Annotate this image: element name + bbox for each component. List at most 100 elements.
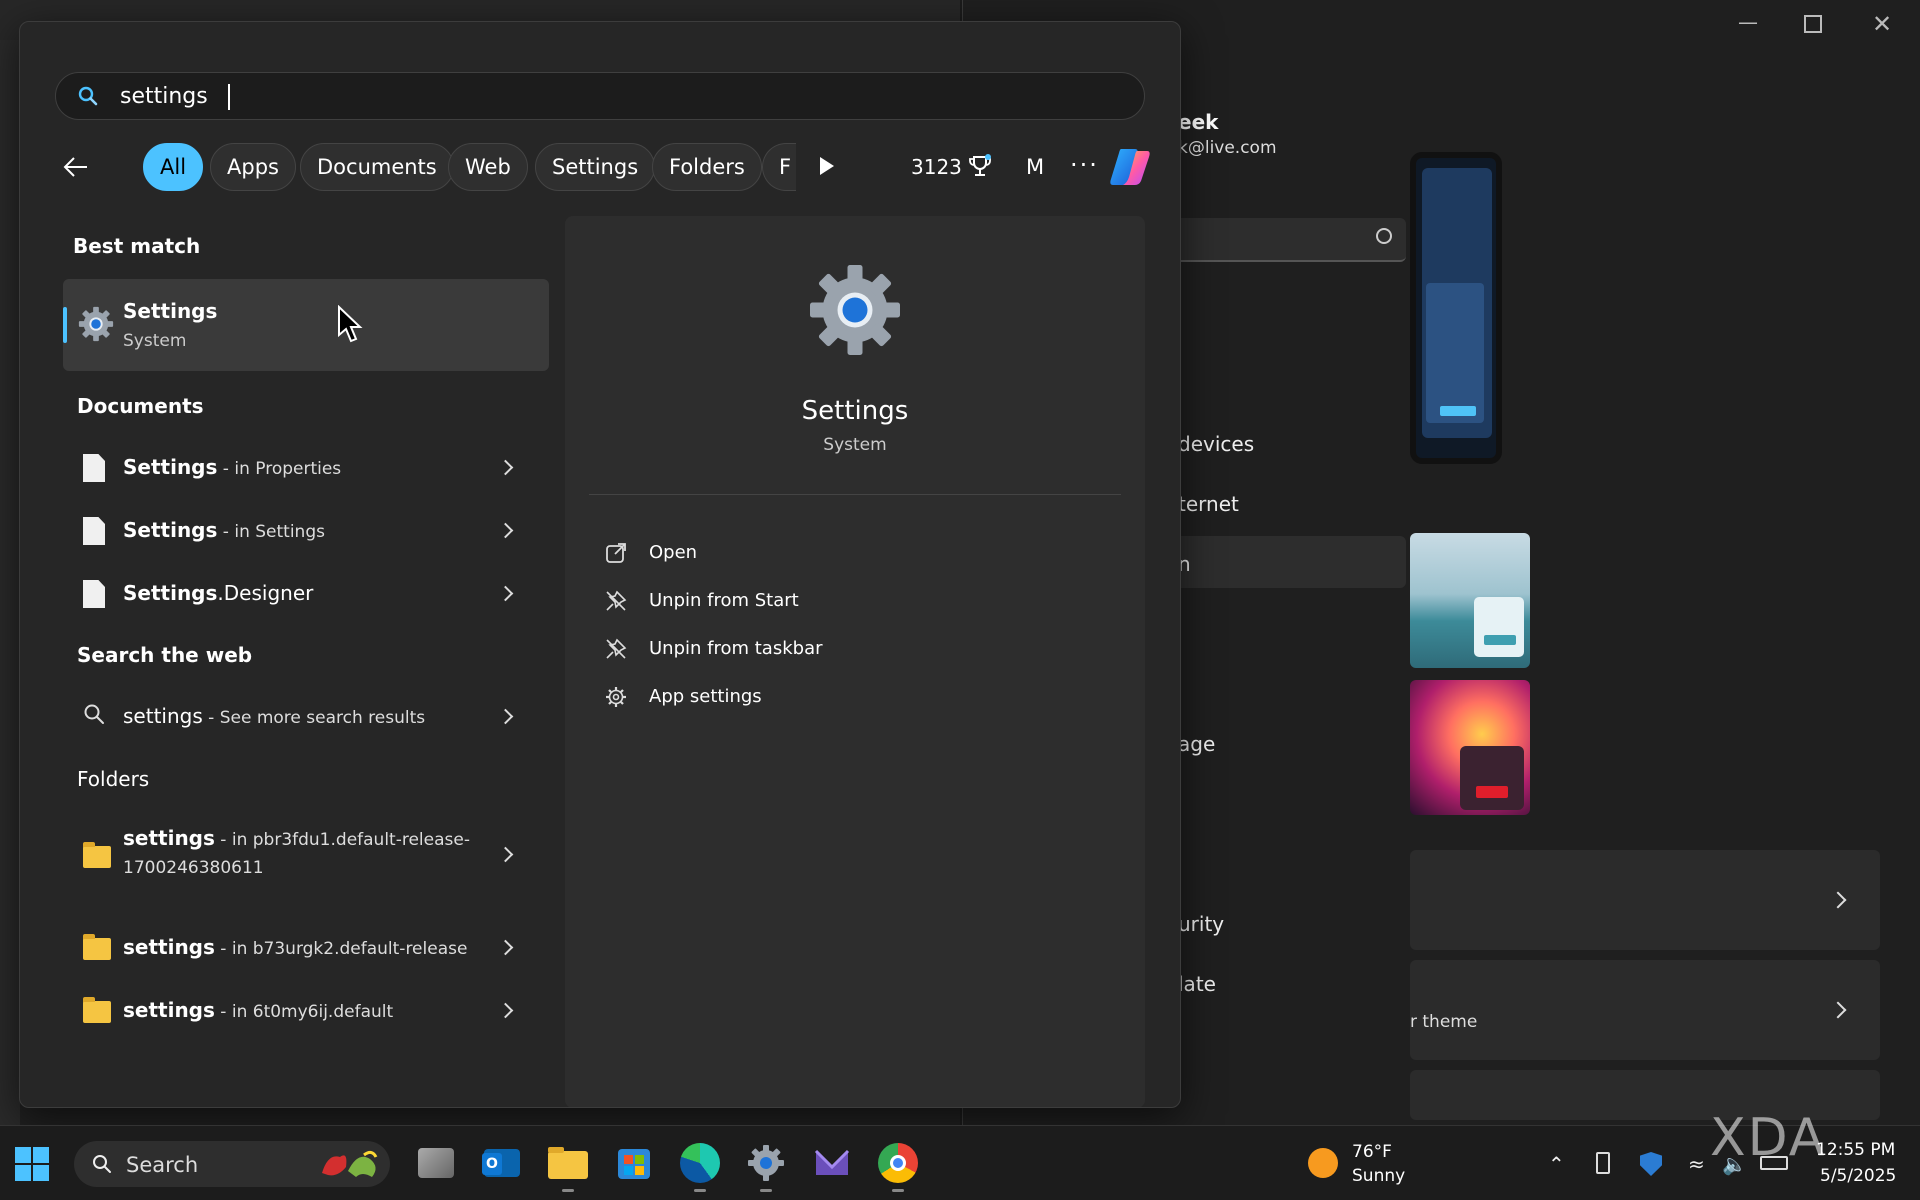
action-open[interactable]: Open bbox=[605, 534, 1105, 574]
open-external-icon bbox=[606, 543, 626, 563]
chevron-right-icon[interactable] bbox=[497, 459, 514, 476]
chevron-right-icon[interactable] bbox=[497, 939, 514, 956]
find-setting-input[interactable] bbox=[1162, 218, 1406, 262]
nav-item-language[interactable]: age bbox=[1178, 732, 1215, 756]
best-match-item[interactable]: Settings System bbox=[63, 279, 549, 371]
account-name: eek bbox=[1178, 110, 1219, 134]
folder-icon bbox=[83, 934, 111, 960]
running-indicator bbox=[760, 1189, 772, 1192]
documents-heading: Documents bbox=[77, 394, 204, 418]
taskbar-search[interactable]: Search bbox=[74, 1141, 390, 1187]
running-indicator bbox=[694, 1189, 706, 1192]
best-match-title: Settings bbox=[123, 299, 218, 323]
filter-settings[interactable]: Settings bbox=[535, 143, 656, 191]
card-fragment: r theme bbox=[1410, 1012, 1478, 1032]
search-icon bbox=[93, 1155, 111, 1173]
folder-result[interactable]: settings - in pbr3fdu1.default-release- … bbox=[63, 816, 549, 892]
weather-sun-icon[interactable] bbox=[1308, 1148, 1338, 1178]
unpin-icon bbox=[606, 638, 627, 659]
nav-item-security[interactable]: urity bbox=[1178, 912, 1224, 936]
filter-photos-truncated[interactable]: F bbox=[762, 143, 796, 191]
action-unpin-start[interactable]: Unpin from Start bbox=[605, 582, 1105, 622]
clock-date[interactable]: 5/5/2025 bbox=[1820, 1166, 1896, 1186]
action-unpin-taskbar[interactable]: Unpin from taskbar bbox=[605, 630, 1105, 670]
chevron-right-icon[interactable] bbox=[497, 585, 514, 602]
result-location: - in 6t0my6ij.default bbox=[214, 1002, 394, 1022]
document-icon bbox=[83, 454, 105, 482]
windows-start-icon[interactable] bbox=[14, 1146, 50, 1182]
result-name: Settings bbox=[123, 581, 218, 605]
divider bbox=[589, 494, 1121, 495]
minimize-icon[interactable]: — bbox=[1738, 10, 1758, 34]
background-app-edge bbox=[0, 0, 20, 1125]
mouse-cursor-icon bbox=[338, 305, 363, 343]
clock-time[interactable]: 12:55 PM bbox=[1816, 1140, 1895, 1160]
result-location: - in Settings bbox=[217, 522, 325, 542]
search-box[interactable] bbox=[55, 72, 1145, 120]
best-match-subtitle: System bbox=[123, 331, 187, 351]
folder-result[interactable]: settings - in 6t0my6ij.default bbox=[63, 985, 549, 1037]
more-options-icon[interactable]: ··· bbox=[1070, 151, 1099, 179]
nav-item-network[interactable]: ternet bbox=[1178, 492, 1239, 516]
mail-app-icon[interactable] bbox=[812, 1143, 852, 1183]
taskbar: Search O 76°F Sunny ⌃ ≈ 🔈 12:55 PM 5/5/2… bbox=[0, 1125, 1920, 1200]
result-suffix: .Designer bbox=[217, 581, 314, 605]
usb-drive-icon[interactable] bbox=[1596, 1152, 1610, 1174]
filter-folders[interactable]: Folders bbox=[652, 143, 762, 191]
search-web-heading: Search the web bbox=[77, 643, 253, 667]
search-highlight-icon bbox=[322, 1150, 378, 1177]
folder-result[interactable]: settings - in b73urgk2.default-release bbox=[63, 922, 549, 974]
nav-item-update[interactable]: late bbox=[1178, 972, 1216, 996]
trophy-icon[interactable] bbox=[967, 153, 993, 179]
wifi-icon[interactable]: ≈ bbox=[1688, 1152, 1705, 1176]
theme-thumbnail-2[interactable] bbox=[1410, 680, 1530, 815]
task-view-icon[interactable] bbox=[418, 1148, 454, 1178]
chevron-right-icon[interactable] bbox=[497, 522, 514, 539]
chevron-up-icon[interactable]: ⌃ bbox=[1548, 1152, 1565, 1176]
result-name: settings bbox=[123, 704, 203, 728]
file-explorer-icon[interactable] bbox=[548, 1143, 588, 1183]
document-result[interactable]: Settings - in Settings bbox=[63, 505, 549, 557]
document-result[interactable]: Settings.Designer bbox=[63, 568, 549, 620]
action-app-settings[interactable]: App settings bbox=[605, 678, 1105, 718]
back-arrow-icon[interactable] bbox=[55, 151, 95, 183]
rewards-points[interactable]: 3123 bbox=[911, 155, 962, 179]
web-search-result[interactable]: settings - See more search results bbox=[63, 691, 549, 743]
filter-web[interactable]: Web bbox=[448, 143, 528, 191]
settings-gear-icon[interactable] bbox=[746, 1143, 786, 1183]
microsoft-store-icon[interactable] bbox=[614, 1143, 654, 1183]
outlook-icon[interactable]: O bbox=[482, 1143, 522, 1183]
chevron-right-icon[interactable] bbox=[497, 846, 514, 863]
settings-gear-icon bbox=[810, 265, 900, 355]
folder-icon bbox=[83, 997, 111, 1023]
search-input[interactable] bbox=[120, 79, 1020, 113]
settings-card-1[interactable] bbox=[1410, 850, 1880, 950]
document-result[interactable]: Settings - in Properties bbox=[63, 442, 549, 494]
action-label: Open bbox=[649, 542, 698, 563]
document-icon bbox=[83, 580, 105, 608]
chevron-right-icon[interactable] bbox=[497, 708, 514, 725]
account-avatar[interactable]: M bbox=[1017, 149, 1053, 185]
security-shield-icon[interactable] bbox=[1640, 1152, 1662, 1176]
document-icon bbox=[83, 517, 105, 545]
gear-icon bbox=[606, 687, 626, 707]
chrome-browser-icon[interactable] bbox=[878, 1143, 918, 1183]
theme-thumbnail-1[interactable] bbox=[1410, 533, 1530, 668]
action-label: App settings bbox=[649, 686, 762, 707]
account-email: k@live.com bbox=[1178, 138, 1277, 158]
best-match-heading: Best match bbox=[73, 234, 201, 258]
filter-all[interactable]: All bbox=[143, 143, 204, 191]
filter-apps[interactable]: Apps bbox=[210, 143, 296, 191]
close-icon[interactable]: ✕ bbox=[1872, 10, 1892, 38]
chevron-right-icon[interactable] bbox=[497, 1002, 514, 1019]
result-name: Settings bbox=[123, 455, 218, 479]
maximize-icon[interactable] bbox=[1804, 15, 1822, 33]
edge-browser-icon[interactable] bbox=[680, 1143, 720, 1183]
result-location: - in Properties bbox=[217, 459, 342, 479]
settings-card-2[interactable]: r theme bbox=[1410, 960, 1880, 1060]
scroll-filters-icon[interactable] bbox=[820, 157, 834, 175]
nav-item-devices[interactable]: devices bbox=[1178, 432, 1254, 456]
copilot-icon[interactable] bbox=[1107, 145, 1153, 189]
filter-documents[interactable]: Documents bbox=[300, 143, 454, 191]
result-name: settings bbox=[123, 935, 215, 959]
